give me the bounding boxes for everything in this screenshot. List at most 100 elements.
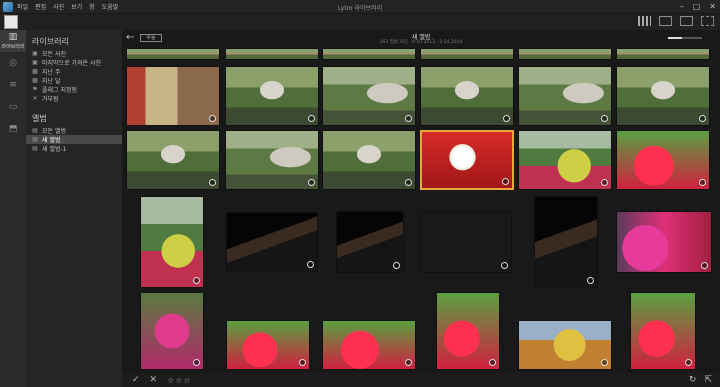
grid-view-icon[interactable]	[638, 16, 651, 26]
rail-library-label: 라이브러리	[1, 44, 25, 50]
living-picture-icon	[405, 115, 412, 122]
living-picture-icon	[405, 359, 412, 366]
photo-thumbnail[interactable]	[126, 66, 220, 126]
living-picture-icon	[503, 115, 510, 122]
album-header: ← 수동 새 앨범 393 필름 사진 · 9.10.2013 - 2.14.2…	[122, 30, 720, 48]
living-picture-icon	[501, 262, 508, 269]
album-icon: ▤	[32, 127, 38, 134]
photo-thumbnail[interactable]	[226, 320, 310, 370]
photo-thumbnail[interactable]	[436, 292, 500, 370]
menu-window[interactable]: 창	[89, 2, 95, 11]
photo-thumbnail[interactable]	[140, 292, 204, 370]
photo-thumbnail[interactable]	[616, 211, 712, 273]
photo-thumbnail[interactable]	[420, 130, 514, 190]
adjust-icon: ≡	[9, 80, 17, 90]
living-picture-icon	[299, 359, 306, 366]
photo-thumbnail[interactable]	[518, 320, 612, 370]
rail-library[interactable]: ▥ 라이브러리	[0, 30, 26, 52]
sidebar-item-new-album-1[interactable]: ▤ 새 앨범-1	[26, 144, 122, 153]
export-button[interactable]: ⇱	[704, 375, 712, 385]
photo-thumbnail[interactable]	[225, 66, 319, 126]
compare-view-icon[interactable]	[680, 16, 693, 26]
living-picture-icon	[699, 179, 706, 186]
rail-gallery[interactable]: ▭	[0, 96, 26, 118]
library-icon: ▥	[8, 32, 18, 42]
import-button[interactable]	[4, 15, 18, 29]
photo-thumbnail[interactable]	[630, 292, 696, 370]
sidebar-item-all-photos[interactable]: ▣ 모든 사진	[26, 49, 122, 58]
photo-thumbnail[interactable]	[616, 48, 710, 60]
photo-thumbnail[interactable]	[420, 66, 514, 126]
menu-photo[interactable]: 사진	[53, 2, 64, 11]
photo-thumbnail[interactable]	[518, 48, 612, 60]
living-picture-icon	[587, 277, 594, 284]
sidebar-item-label: 지난 달	[42, 78, 61, 85]
sidebar-item-last-month[interactable]: ▦ 지난 달	[26, 76, 122, 85]
accept-button[interactable]: ✓	[132, 375, 140, 385]
photo-thumbnail[interactable]	[225, 48, 319, 60]
album-subtitle: 393 필름 사진 · 9.10.2013 - 2.14.2014	[379, 40, 463, 45]
menu-bar: 파일 편집 사진 보기 창 도움말 Lytro 라이브러리 – ▢ ✕	[0, 0, 720, 14]
maximize-button[interactable]: ▢	[693, 2, 701, 11]
single-view-icon[interactable]	[659, 16, 672, 26]
photo-grid-area: ← 수동 새 앨범 393 필름 사진 · 9.10.2013 - 2.14.2…	[122, 30, 720, 387]
calendar-icon: ▦	[32, 77, 38, 84]
zoom-slider[interactable]	[668, 37, 702, 39]
star-rating[interactable]: ☆☆☆	[167, 376, 192, 385]
menu-help[interactable]: 도움말	[102, 2, 119, 11]
living-picture-icon	[393, 262, 400, 269]
photo-thumbnail[interactable]	[616, 130, 710, 190]
living-picture-icon	[308, 115, 315, 122]
sidebar-item-new-album[interactable]: ▤ 새 앨범	[26, 135, 122, 144]
sidebar-item-all-albums[interactable]: ▤ 모든 앨범	[26, 126, 122, 135]
share-icon: ⬒	[8, 124, 18, 134]
living-picture-icon	[601, 115, 608, 122]
living-picture-icon	[502, 178, 509, 185]
menu-file[interactable]: 파일	[17, 2, 28, 11]
photo-thumbnail[interactable]	[322, 130, 416, 190]
sidebar-item-last-week[interactable]: ▦ 지난 주	[26, 67, 122, 76]
sidebar-item-last-import[interactable]: ▣ 마지막으로 가져온 사진	[26, 58, 122, 67]
rotate-button[interactable]: ↻	[689, 375, 697, 385]
sidebar-item-label: 지난 주	[42, 69, 61, 76]
photo-thumbnail[interactable]	[336, 211, 404, 273]
photo-thumbnail[interactable]	[322, 320, 416, 370]
reject-button[interactable]: ✕	[150, 375, 158, 385]
library-section-title: 라이브러리	[32, 37, 69, 46]
photo-thumbnail[interactable]	[225, 130, 319, 190]
sidebar: 라이브러리 ▣ 모든 사진 ▣ 마지막으로 가져온 사진 ▦ 지난 주 ▦ 지난 달 ⚑…	[26, 30, 122, 387]
rail-share[interactable]: ⬒	[0, 118, 26, 140]
photo-thumbnail[interactable]	[616, 66, 710, 126]
sidebar-item-label: 새 앨범	[42, 137, 61, 144]
sidebar-item-flagged[interactable]: ⚑ 플래그 지정됨	[26, 85, 122, 94]
rail-adjust[interactable]: ≡	[0, 74, 26, 96]
flag-icon: ⚑	[32, 86, 38, 93]
rail-edit[interactable]: ◎	[0, 52, 26, 74]
photo-thumbnail[interactable]	[518, 66, 612, 126]
fullscreen-icon[interactable]	[701, 16, 714, 26]
album-section-title: 앨범	[32, 114, 47, 123]
menu-view[interactable]: 보기	[71, 2, 82, 11]
photo-thumbnail[interactable]	[420, 211, 512, 273]
living-picture-icon	[209, 179, 216, 186]
photo-thumbnail[interactable]	[420, 48, 514, 60]
photo-thumbnail[interactable]	[126, 130, 220, 190]
photo-thumbnail[interactable]	[126, 48, 220, 60]
photo-thumbnail[interactable]	[140, 196, 204, 288]
photo-thumbnail[interactable]	[518, 130, 612, 190]
photo-thumbnail[interactable]	[322, 48, 416, 60]
photo-thumbnail[interactable]	[226, 212, 318, 272]
sidebar-item-rejected[interactable]: ✕ 거부됨	[26, 94, 122, 103]
menu-edit[interactable]: 편집	[35, 2, 46, 11]
gallery-icon: ▭	[8, 102, 18, 112]
living-picture-icon	[701, 262, 708, 269]
photo-thumbnail[interactable]	[322, 66, 416, 126]
sidebar-item-label: 플래그 지정됨	[42, 87, 78, 94]
minimize-button[interactable]: –	[680, 2, 684, 11]
sidebar-item-label: 거부됨	[42, 96, 59, 103]
close-button[interactable]: ✕	[709, 2, 716, 11]
living-picture-icon	[209, 115, 216, 122]
photo-thumbnail[interactable]	[534, 196, 598, 288]
zoom-slider-fill	[668, 37, 682, 39]
import-icon: ▣	[32, 59, 38, 66]
